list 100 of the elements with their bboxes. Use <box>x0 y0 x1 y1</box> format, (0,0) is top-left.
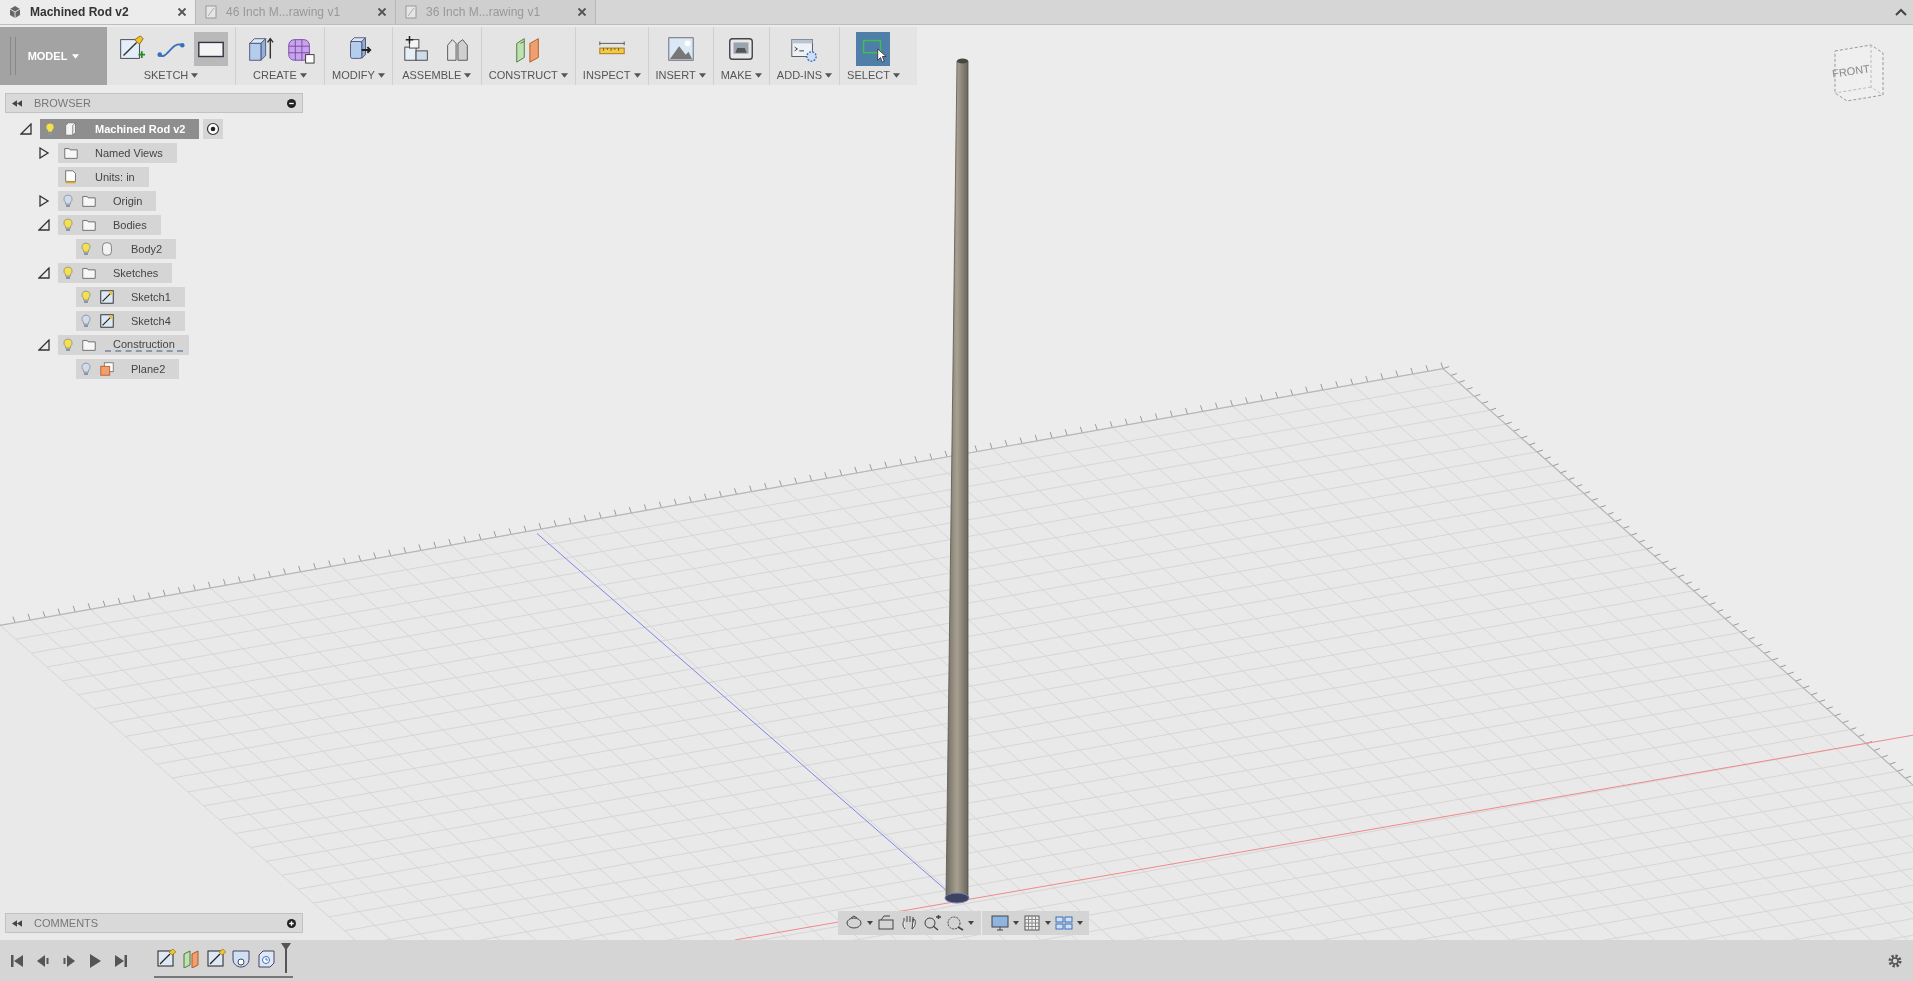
tree-label: Sketches <box>112 267 160 279</box>
toolbar-menu-button[interactable]: SKETCH <box>143 69 199 81</box>
close-icon[interactable] <box>177 7 187 17</box>
toolbar-menu-button[interactable]: INSERT <box>655 69 706 81</box>
tree-item[interactable]: Units: in <box>58 167 149 187</box>
expand-arrow-icon[interactable] <box>38 267 50 279</box>
plane-icon <box>99 361 115 377</box>
caret-icon <box>299 72 307 78</box>
sketch-icon <box>99 313 115 329</box>
sheet-icon <box>404 5 418 19</box>
tree-item[interactable]: Named Views <box>58 143 177 163</box>
caret-icon[interactable] <box>867 921 873 925</box>
settings-icon[interactable] <box>1887 952 1903 969</box>
expand-arrow-icon[interactable] <box>38 147 50 159</box>
tree-label: Named Views <box>94 147 164 159</box>
skip-end-icon[interactable] <box>114 953 128 968</box>
step-forward-icon[interactable] <box>62 953 76 968</box>
play-icon[interactable] <box>88 953 102 968</box>
tree-label: Units: in <box>94 171 136 183</box>
document-tab[interactable]: Machined Rod v2 <box>0 0 196 24</box>
close-icon[interactable] <box>577 7 587 17</box>
radio-icon[interactable] <box>203 119 224 139</box>
tree-item[interactable]: Body2 <box>76 239 177 259</box>
caret-icon <box>698 72 706 78</box>
selection-box-icon[interactable] <box>856 32 891 66</box>
caret-icon[interactable] <box>968 921 974 925</box>
collapse-icon[interactable] <box>12 99 22 107</box>
plane-feature-icon[interactable] <box>181 948 201 968</box>
folder-icon <box>81 265 97 281</box>
caret-icon[interactable] <box>1013 921 1019 925</box>
tree-item[interactable]: Machined Rod v2 <box>40 119 200 139</box>
caret-icon <box>754 72 762 78</box>
zoom-window-icon[interactable] <box>945 915 965 931</box>
step-back-icon[interactable] <box>36 953 50 968</box>
rectangle-icon[interactable] <box>194 32 228 66</box>
tree-label: Sketch4 <box>130 315 172 327</box>
plus-icon[interactable] <box>287 918 296 928</box>
caret-icon <box>560 72 568 78</box>
caret-icon <box>825 72 833 78</box>
toolbar-menu-button[interactable]: ADD-INS <box>776 69 833 81</box>
tree-label: Body2 <box>130 243 164 255</box>
cylinder-icon <box>99 241 115 257</box>
tree-item[interactable]: Sketches <box>58 263 173 283</box>
timeline-marker-icon[interactable] <box>281 943 291 973</box>
tree-item[interactable]: Sketch4 <box>76 311 185 331</box>
tree-item[interactable]: Plane2 <box>76 359 180 379</box>
folder-icon <box>81 337 97 353</box>
toolbar-menu-button[interactable]: INSPECT <box>582 69 641 81</box>
toolbar-menu-button[interactable]: CREATE <box>253 69 307 81</box>
sketch-feature-icon[interactable] <box>156 948 176 968</box>
folder-icon <box>81 193 97 209</box>
tree-label: Origin <box>112 195 144 207</box>
tree-label: Bodies <box>112 219 148 231</box>
tab-title: Machined Rod v2 <box>30 5 130 19</box>
caret-icon <box>191 72 199 78</box>
document-icon <box>63 169 79 185</box>
caret-icon <box>633 72 641 78</box>
monitor-icon[interactable] <box>876 915 896 931</box>
caret-icon <box>892 72 900 78</box>
sketch-feature-icon[interactable] <box>206 948 226 968</box>
collapse-icon[interactable] <box>12 919 22 927</box>
caret-icon[interactable] <box>1895 8 1907 16</box>
folder-icon <box>81 217 97 233</box>
tree-item[interactable]: Origin <box>58 191 157 211</box>
tree-label: Plane2 <box>130 363 167 375</box>
toolbar-menu-button[interactable]: MAKE <box>720 69 762 81</box>
folder-icon <box>63 145 79 161</box>
cube-icon <box>8 5 22 19</box>
revolve-feature-icon[interactable] <box>231 948 251 968</box>
minus-icon[interactable] <box>287 98 296 108</box>
extrude-feature-icon[interactable] <box>256 948 276 968</box>
toolbar-menu-button[interactable]: ASSEMBLE <box>402 69 472 81</box>
toolbar-menu-button[interactable]: MODIFY <box>332 69 385 81</box>
pan-icon[interactable] <box>899 915 919 931</box>
expand-arrow-icon[interactable] <box>38 195 50 207</box>
tree-item[interactable]: Construction <box>58 335 189 355</box>
tree-item[interactable]: Bodies <box>58 215 161 235</box>
caret-icon[interactable] <box>1077 921 1083 925</box>
expand-arrow-icon[interactable] <box>38 219 50 231</box>
caret-icon <box>464 72 472 78</box>
caret-icon <box>72 53 80 59</box>
caret-icon[interactable] <box>1045 921 1051 925</box>
toolbar-menu-button[interactable]: SELECT <box>847 69 900 81</box>
skip-start-icon[interactable] <box>10 953 24 968</box>
sketch-icon <box>99 289 115 305</box>
expand-arrow-icon[interactable] <box>38 339 50 351</box>
panel-title: COMMENTS <box>34 917 100 929</box>
expand-arrow-icon[interactable] <box>20 123 32 135</box>
display-icon[interactable] <box>990 915 1010 931</box>
toolbar-menu-button[interactable]: CONSTRUCT <box>488 69 568 81</box>
orbit-icon[interactable] <box>844 915 864 931</box>
tree-label: Machined Rod v2 <box>94 123 187 135</box>
caret-icon <box>377 72 385 78</box>
zoom-icon[interactable] <box>922 915 942 931</box>
tree-item[interactable]: Sketch1 <box>76 287 185 307</box>
panel-title: BROWSER <box>34 97 92 109</box>
sheet-icon <box>204 5 218 19</box>
cube-face-label[interactable]: FRONT <box>1831 62 1871 80</box>
grid-icon[interactable] <box>1022 915 1042 931</box>
close-icon[interactable] <box>377 7 387 17</box>
